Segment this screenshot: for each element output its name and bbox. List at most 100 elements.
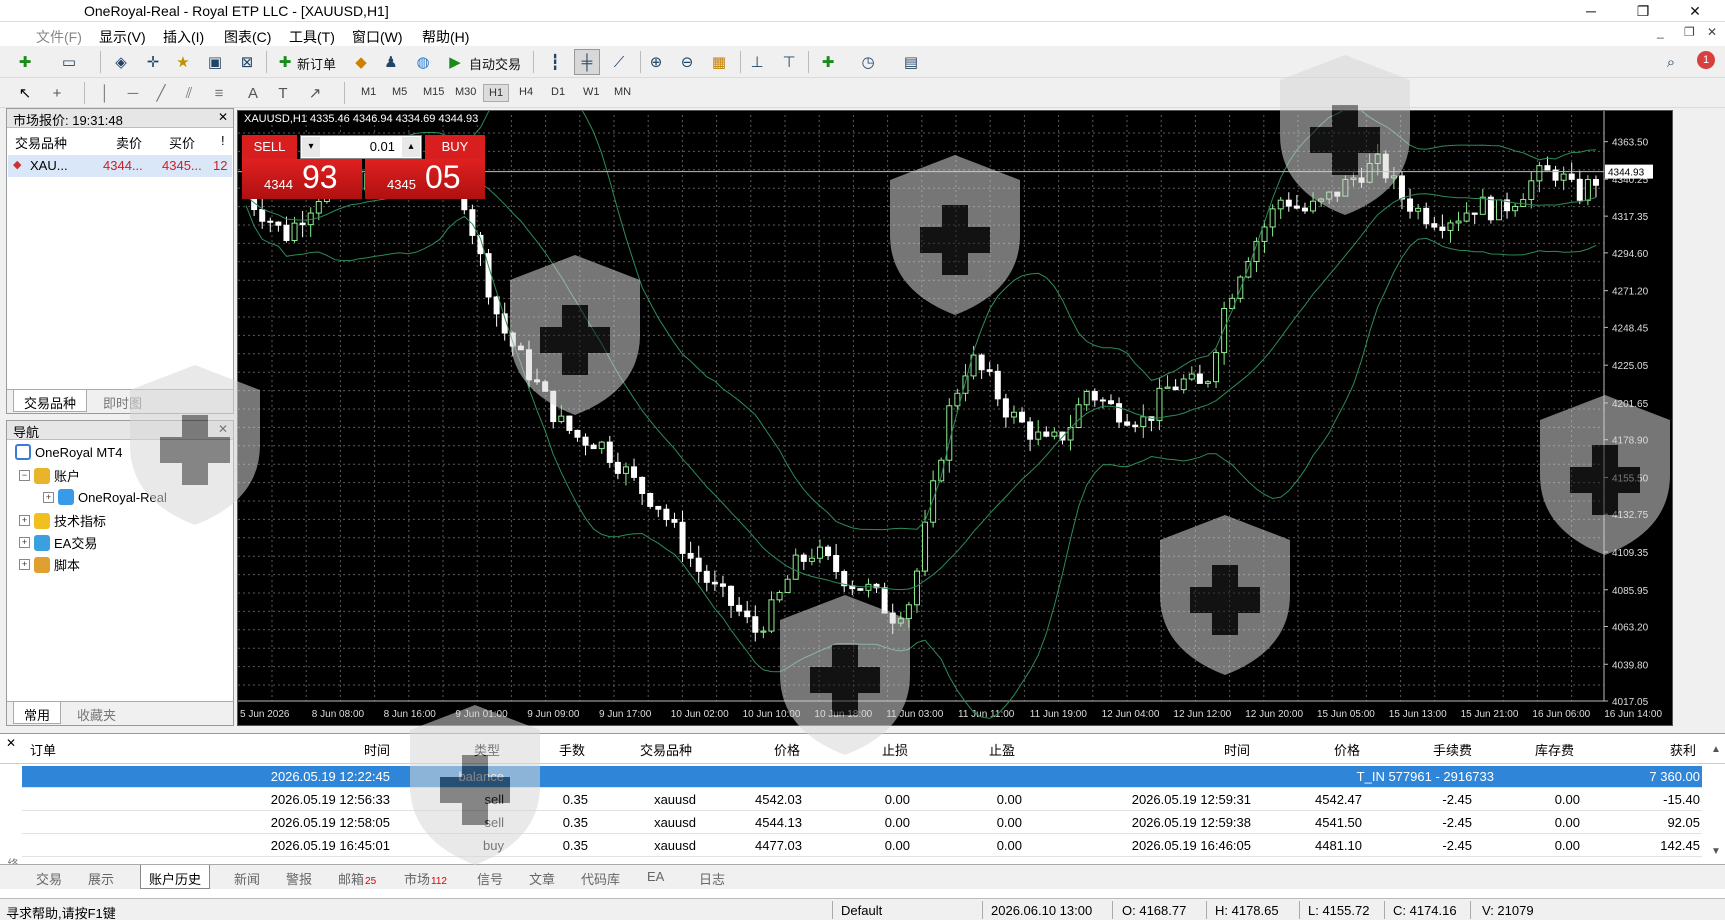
- tab-common[interactable]: 常用: [13, 702, 62, 724]
- terminal-icon[interactable]: ▣: [202, 49, 228, 75]
- data-window-icon[interactable]: ✛: [140, 49, 166, 75]
- col-close-price[interactable]: 价格: [1300, 740, 1360, 759]
- tf-m5[interactable]: M5: [387, 84, 412, 102]
- sell-price-box[interactable]: 4344 93: [242, 159, 362, 199]
- nav-root[interactable]: OneRoyal MT4: [15, 444, 122, 460]
- channel-icon[interactable]: ⫽: [176, 80, 202, 106]
- menu-charts[interactable]: 图表(C): [224, 27, 271, 47]
- tf-mn[interactable]: MN: [609, 84, 636, 102]
- horizontal-line-icon[interactable]: ─: [120, 80, 146, 106]
- tf-m1[interactable]: M1: [356, 84, 381, 102]
- restore-button[interactable]: ❐: [1620, 0, 1666, 22]
- terminal-tab[interactable]: 展示: [88, 869, 114, 888]
- terminal-tab[interactable]: 邮箱25: [338, 869, 376, 888]
- col-sl[interactable]: 止损: [848, 740, 908, 759]
- mw-col-ask[interactable]: 买价: [169, 133, 195, 152]
- auto-trading-icon[interactable]: ▶: [442, 49, 468, 75]
- terminal-tab[interactable]: 代码库: [581, 869, 620, 888]
- lots-decrease-icon[interactable]: ▾: [302, 137, 320, 157]
- minimize-button[interactable]: ─: [1568, 0, 1614, 22]
- tf-h1[interactable]: H1: [483, 84, 510, 102]
- terminal-tab[interactable]: EA: [647, 869, 664, 884]
- fibonacci-icon[interactable]: ≡: [206, 80, 232, 106]
- nav-account-real[interactable]: + OneRoyal-Real: [43, 489, 167, 505]
- col-swap[interactable]: 库存费: [1514, 740, 1574, 759]
- scroll-up-icon[interactable]: ▲: [1711, 744, 1721, 755]
- sell-button[interactable]: SELL: [242, 135, 297, 159]
- terminal-tab[interactable]: 市场112: [404, 869, 447, 888]
- table-row[interactable]: 2026.05.19 12:22:45 balance T_IN 577961 - …: [22, 766, 1702, 788]
- col-time[interactable]: 时间: [330, 740, 390, 759]
- zoom-out-icon[interactable]: ⊖: [674, 49, 700, 75]
- col-tp[interactable]: 止盈: [955, 740, 1015, 759]
- terminal-tab[interactable]: 账户历史: [140, 865, 211, 889]
- chart-shift-icon[interactable]: ⊤: [776, 49, 802, 75]
- chart-window[interactable]: 4363.50 4340.25 4317.35 4294.60 4271.20 4248.…: [237, 110, 1673, 726]
- new-order-icon[interactable]: ✚: [272, 49, 298, 75]
- terminal-tab[interactable]: 新闻: [234, 869, 260, 888]
- expand-icon[interactable]: +: [43, 491, 54, 503]
- terminal-tab[interactable]: 信号: [477, 869, 503, 888]
- market-icon[interactable]: ◍: [410, 49, 436, 75]
- zoom-in-icon[interactable]: ⊕: [643, 49, 669, 75]
- tf-h4[interactable]: H4: [514, 84, 538, 102]
- lots-spinner[interactable]: ▾ 0.01 ▴: [300, 135, 422, 159]
- mdi-minimize-button[interactable]: _: [1657, 25, 1664, 39]
- price-chart[interactable]: 4363.504340.254317.354294.604271.204248.…: [238, 111, 1674, 727]
- periodicity-icon[interactable]: ◷: [855, 49, 881, 75]
- indicators-icon[interactable]: ✚: [815, 49, 841, 75]
- new-order-button[interactable]: 新订单: [297, 54, 336, 73]
- profiles-icon[interactable]: ▭: [56, 49, 82, 75]
- menu-file[interactable]: 文件(F): [36, 27, 82, 47]
- expand-icon[interactable]: +: [19, 559, 30, 570]
- lots-input[interactable]: 0.01: [325, 139, 395, 154]
- tf-d1[interactable]: D1: [546, 84, 570, 102]
- market-watch-icon[interactable]: ◈: [108, 49, 134, 75]
- notification-badge[interactable]: 1: [1697, 51, 1715, 69]
- col-symbol[interactable]: 交易品种: [612, 740, 692, 759]
- col-type[interactable]: 类型: [440, 740, 500, 759]
- buy-button[interactable]: BUY: [425, 135, 485, 159]
- col-price[interactable]: 价格: [740, 740, 800, 759]
- autoscroll-icon[interactable]: ⊥: [744, 49, 770, 75]
- auto-trading-button[interactable]: 自动交易: [469, 54, 521, 73]
- terminal-tab[interactable]: 日志: [699, 869, 725, 888]
- lots-increase-icon[interactable]: ▴: [402, 137, 420, 157]
- nav-indicators[interactable]: + 技术指标: [19, 511, 106, 530]
- signals-icon[interactable]: ♟: [378, 49, 404, 75]
- expand-icon[interactable]: +: [19, 537, 30, 548]
- mw-row-xauusd[interactable]: ◆ XAU... 4344... 4345... 12: [8, 155, 232, 177]
- bar-chart-icon[interactable]: ┇: [542, 49, 568, 75]
- tab-symbols[interactable]: 交易品种: [13, 390, 88, 412]
- navigator-icon[interactable]: ★: [170, 49, 196, 75]
- market-watch-close-icon[interactable]: ✕: [218, 110, 228, 124]
- strategy-tester-icon[interactable]: ⊠: [234, 49, 260, 75]
- text-label-icon[interactable]: T: [270, 80, 296, 106]
- navigator-close-icon[interactable]: ✕: [218, 422, 228, 436]
- mdi-close-button[interactable]: ✕: [1707, 25, 1717, 39]
- menu-tools[interactable]: 工具(T): [289, 27, 335, 47]
- crosshair-icon[interactable]: +: [44, 80, 70, 106]
- candlestick-icon[interactable]: ╪: [574, 49, 600, 75]
- text-icon[interactable]: A: [240, 80, 266, 106]
- trendline-icon[interactable]: ╱: [148, 80, 174, 106]
- menu-view[interactable]: 显示(V): [99, 27, 146, 47]
- col-profit[interactable]: 获利: [1636, 740, 1696, 759]
- table-row[interactable]: 2026.05.19 12:56:33 sell 0.35 xauusd 4542.03…: [22, 789, 1702, 811]
- col-size[interactable]: 手数: [525, 740, 585, 759]
- new-chart-icon[interactable]: ✚: [12, 49, 38, 75]
- tf-m30[interactable]: M30: [450, 84, 481, 102]
- tile-windows-icon[interactable]: ▦: [706, 49, 732, 75]
- tf-m15[interactable]: M15: [418, 84, 449, 102]
- menu-window[interactable]: 窗口(W): [352, 27, 403, 47]
- mdi-restore-button[interactable]: ❐: [1684, 25, 1695, 39]
- col-close-time[interactable]: 时间: [1190, 740, 1250, 759]
- menu-help[interactable]: 帮助(H): [422, 27, 469, 47]
- nav-scripts[interactable]: + 脚本: [19, 555, 80, 574]
- menu-insert[interactable]: 插入(I): [163, 27, 204, 47]
- mw-col-bid[interactable]: 卖价: [116, 133, 142, 152]
- cursor-icon[interactable]: ↖: [12, 80, 38, 106]
- col-order[interactable]: 订单: [30, 740, 56, 759]
- vertical-line-icon[interactable]: │: [92, 80, 118, 106]
- arrows-icon[interactable]: ↗: [302, 80, 328, 106]
